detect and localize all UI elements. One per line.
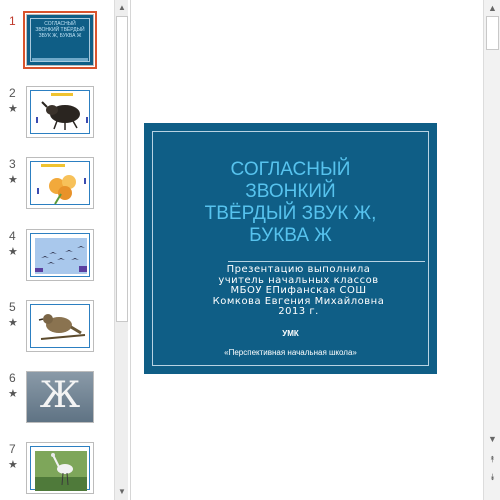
thumbnail-subtitle-bar	[32, 58, 88, 61]
slide-thumbnail-3[interactable]	[26, 157, 94, 209]
slide-title[interactable]: СОГЛАСНЫЙ ЗВОНКИЙ ТВЁРДЫЙ ЗВУК Ж, БУКВА …	[162, 159, 419, 247]
thumbnail-row-4[interactable]: 4 ★	[0, 229, 112, 299]
slide-number: 4	[9, 229, 16, 243]
animation-star-icon: ★	[8, 459, 18, 471]
previous-slide-button[interactable]: ⯭	[484, 452, 500, 466]
slide-thumbnail-6[interactable]: Ж	[26, 371, 94, 423]
slide-thumbnail-1[interactable]: СОГЛАСНЫЙ ЗВОНКИЙ ТВЁРДЫЙ ЗВУК Ж, БУКВА …	[23, 11, 97, 69]
flower-image	[37, 164, 86, 205]
scroll-down-arrow-icon[interactable]: ▼	[484, 432, 500, 446]
slide-title-line: БУКВА Ж	[249, 225, 332, 246]
thumbnail-row-7[interactable]: 7 ★	[0, 442, 112, 500]
slide-divider	[228, 261, 425, 262]
crane-bird-image	[35, 451, 87, 491]
scroll-down-arrow-icon[interactable]: ▼	[115, 485, 129, 499]
slide-thumbnail-4[interactable]	[26, 229, 94, 281]
author-line: МБОУ ЕПифанская СОШ	[230, 285, 367, 296]
thumbnail-row-2[interactable]: 2 ★	[0, 86, 112, 156]
slide-title-line: ТВЁРДЫЙ ЗВУК Ж,	[204, 203, 377, 224]
slide-number: 6	[9, 371, 16, 385]
slide-number: 2	[9, 86, 16, 100]
scroll-up-arrow-icon[interactable]: ▲	[115, 1, 129, 15]
next-slide-button[interactable]: ⯯	[484, 470, 500, 484]
animation-star-icon: ★	[8, 103, 18, 115]
beetle-image	[36, 93, 88, 130]
animation-star-icon: ★	[8, 174, 18, 186]
umk-label: УМК	[282, 329, 299, 338]
slide-title-line: ЗВОНКИЙ	[245, 181, 336, 202]
slide-number: 5	[9, 300, 16, 314]
thumbnail-row-1[interactable]: 1 СОГЛАСНЫЙ ЗВОНКИЙ ТВЁРДЫЙ ЗВУК Ж, БУКВ…	[0, 11, 112, 84]
thumbnail-scrollbar-thumb[interactable]	[116, 16, 128, 322]
slide-number: 1	[9, 14, 16, 28]
author-line: Презентацию выполнила	[226, 264, 371, 275]
slide-thumbnail-5[interactable]	[26, 300, 94, 352]
flying-birds-image	[35, 238, 87, 274]
thumbnail-scrollbar[interactable]: ▲ ▼	[114, 0, 128, 500]
scroll-up-arrow-icon[interactable]: ▲	[484, 1, 500, 15]
animation-star-icon: ★	[8, 317, 18, 329]
school-program-label: «Перспективная начальная школа»	[224, 348, 357, 357]
slide-number: 3	[9, 157, 16, 171]
author-line: 2013 г.	[278, 306, 319, 317]
editor-scrollbar[interactable]: ▲ ▼ ⯭ ⯯	[483, 0, 500, 500]
slide-title-line: СОГЛАСНЫЙ	[230, 159, 351, 180]
slide-thumbnail-2[interactable]	[26, 86, 94, 138]
thumbnail-row-6[interactable]: 6 ★ Ж	[0, 371, 112, 441]
thumbnail-row-5[interactable]: 5 ★	[0, 300, 112, 370]
slide-number: 7	[9, 442, 16, 456]
animation-star-icon: ★	[8, 246, 18, 258]
editor-scrollbar-thumb[interactable]	[486, 16, 499, 50]
slide-thumbnail-pane: 1 СОГЛАСНЫЙ ЗВОНКИЙ ТВЁРДЫЙ ЗВУК Ж, БУКВ…	[0, 0, 130, 500]
main-slide[interactable]: СОГЛАСНЫЙ ЗВОНКИЙ ТВЁРДЫЙ ЗВУК Ж, БУКВА …	[144, 123, 437, 374]
animation-star-icon: ★	[8, 388, 18, 400]
thrush-bird-image	[38, 314, 86, 340]
slide-thumbnail-7[interactable]	[26, 442, 94, 494]
thumbnail-title: СОГЛАСНЫЙ ЗВОНКИЙ ТВЁРДЫЙ ЗВУК Ж, БУКВА …	[35, 21, 85, 39]
thumbnail-row-3[interactable]: 3 ★	[0, 157, 112, 227]
thumbnail-letter: Ж	[39, 375, 81, 416]
author-info[interactable]: Презентацию выполнила учитель начальных …	[174, 264, 423, 318]
